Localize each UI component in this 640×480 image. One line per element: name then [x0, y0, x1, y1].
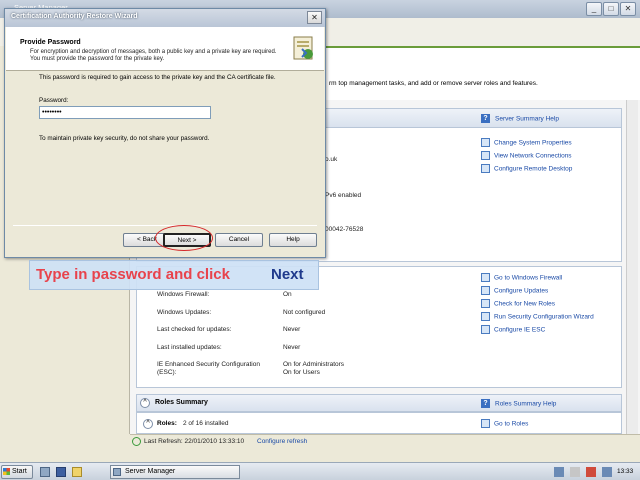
wizard-title: Certification Authority Restore Wizard: [11, 13, 138, 20]
wizard-warning-text: To maintain private key security, do not…: [39, 135, 210, 142]
security-value-firewall: On: [283, 291, 292, 298]
change-system-properties-link[interactable]: Change System Properties: [481, 138, 572, 147]
roles-icon: [481, 299, 490, 308]
configure-updates-link[interactable]: Configure Updates: [481, 286, 548, 295]
wizard-separator: [13, 225, 317, 226]
roles-summary-header[interactable]: ^ Roles Summary ? Roles Summary Help: [136, 394, 622, 412]
ca-restore-wizard-dialog: Certification Authority Restore Wizard ✕…: [4, 8, 326, 258]
wizard-heading: Provide Password: [20, 39, 81, 46]
roles-summary-title: Roles Summary: [155, 399, 208, 406]
security-value-last-installed: Never: [283, 344, 301, 351]
configure-remote-desktop-text[interactable]: Configure Remote Desktop: [494, 165, 572, 172]
updates-icon: [481, 286, 490, 295]
instruction-highlight: Next: [271, 266, 304, 283]
computer-value-3: 00042-76528: [325, 226, 364, 233]
configure-ie-esc-link[interactable]: Configure IE ESC: [481, 325, 545, 334]
wizard-header: Provide Password For encryption and decr…: [6, 27, 324, 71]
collapse-icon[interactable]: ^: [140, 398, 150, 408]
roles-panel: ^ Roles: 2 of 16 installed Go to Roles: [136, 412, 622, 434]
roles-collapse-icon[interactable]: ^: [143, 419, 153, 429]
instruction-text: Type in password and click: [36, 266, 230, 283]
view-network-connections-text[interactable]: View Network Connections: [494, 152, 572, 159]
server-summary-help-text[interactable]: Server Summary Help: [495, 115, 559, 122]
taskbar-server-manager[interactable]: Server Manager: [110, 465, 240, 479]
minimize-button[interactable]: _: [586, 2, 602, 16]
go-to-firewall-link[interactable]: Go to Windows Firewall: [481, 273, 562, 282]
server-summary-help-link[interactable]: ? Server Summary Help: [481, 114, 559, 123]
help-icon: ?: [481, 114, 490, 123]
wizard-titlebar: Certification Authority Restore Wizard ✕: [5, 9, 325, 27]
computer-value-2: Pv6 enabled: [325, 192, 362, 199]
help-icon: ?: [481, 399, 490, 408]
server-manager-icon: [113, 468, 121, 476]
system-properties-icon: [481, 138, 490, 147]
go-to-firewall-text[interactable]: Go to Windows Firewall: [494, 274, 562, 281]
password-input[interactable]: ••••••••: [39, 106, 211, 119]
tray-monitor-icon[interactable]: [602, 467, 612, 477]
roles-summary-help-text[interactable]: Roles Summary Help: [495, 400, 556, 407]
status-bar: Last Refresh: 22/01/2010 13:33:10 Config…: [130, 434, 640, 448]
go-to-roles-text[interactable]: Go to Roles: [494, 420, 528, 427]
view-network-connections-link[interactable]: View Network Connections: [481, 151, 572, 160]
roles-label: Roles:: [157, 420, 177, 427]
security-label-updates: Windows Updates:: [157, 309, 212, 316]
run-security-wizard-text[interactable]: Run Security Configuration Wizard: [494, 313, 594, 320]
windows-logo-icon: [3, 468, 10, 475]
security-value-last-checked: Never: [283, 326, 301, 333]
quicklaunch-powershell-icon[interactable]: [56, 467, 66, 477]
security-label-last-installed: Last installed updates:: [157, 344, 222, 351]
remote-desktop-icon: [481, 164, 490, 173]
roles-summary-help-link[interactable]: ? Roles Summary Help: [481, 399, 556, 408]
wizard-close-button[interactable]: ✕: [307, 11, 322, 24]
configure-refresh-link[interactable]: Configure refresh: [257, 438, 307, 445]
last-refresh-text: Last Refresh: 22/01/2010 13:33:10: [144, 438, 245, 445]
firewall-icon: [481, 273, 490, 282]
vertical-scrollbar[interactable]: [626, 100, 638, 434]
check-new-roles-link[interactable]: Check for New Roles: [481, 299, 555, 308]
roles-count: 2 of 16 installed: [183, 420, 229, 427]
security-label-firewall: Windows Firewall:: [157, 291, 210, 298]
change-system-properties-text[interactable]: Change System Properties: [494, 139, 572, 146]
certificate-icon: [293, 36, 313, 60]
configure-remote-desktop-link[interactable]: Configure Remote Desktop: [481, 164, 572, 173]
server-manager-banner: rm top management tasks, and add or remo…: [325, 46, 640, 100]
go-to-roles-link[interactable]: Go to Roles: [481, 419, 528, 428]
refresh-icon[interactable]: [132, 437, 141, 446]
security-value-updates: Not configured: [283, 309, 326, 316]
security-label-ie-esc: IE Enhanced Security Configuration (ESC)…: [157, 361, 260, 376]
banner-text: rm top management tasks, and add or remo…: [329, 80, 538, 87]
close-button[interactable]: ✕: [620, 2, 636, 16]
taskbar: Start Server Manager 13:33: [0, 462, 640, 480]
security-wizard-icon: [481, 312, 490, 321]
wizard-subheading: For encryption and decryption of message…: [30, 49, 277, 62]
quicklaunch-server-icon[interactable]: [40, 467, 50, 477]
help-button[interactable]: Help: [269, 233, 317, 247]
security-value-ie-esc: On for Administrators On for Users: [283, 361, 345, 376]
taskbar-clock[interactable]: 13:33: [617, 468, 633, 475]
run-security-wizard-link[interactable]: Run Security Configuration Wizard: [481, 312, 594, 321]
ie-esc-icon: [481, 325, 490, 334]
next-highlight-ring: [155, 225, 213, 251]
wizard-body-text: This password is required to gain access…: [39, 74, 276, 81]
quicklaunch-explorer-icon[interactable]: [72, 467, 82, 477]
tray-network-icon[interactable]: [554, 467, 564, 477]
computer-value-1: o.uk: [325, 156, 338, 163]
cancel-button[interactable]: Cancel: [215, 233, 263, 247]
instruction-callout: Type in password and click Next: [29, 260, 319, 290]
go-to-roles-icon: [481, 419, 490, 428]
maximize-button[interactable]: □: [603, 2, 619, 16]
network-icon: [481, 151, 490, 160]
password-label: Password:: [39, 97, 69, 104]
tray-alert-icon[interactable]: [586, 467, 596, 477]
check-new-roles-text[interactable]: Check for New Roles: [494, 300, 555, 307]
security-label-last-checked: Last checked for updates:: [157, 326, 232, 333]
tray-volume-icon[interactable]: [570, 467, 580, 477]
configure-ie-esc-text[interactable]: Configure IE ESC: [494, 326, 545, 333]
configure-updates-text[interactable]: Configure Updates: [494, 287, 548, 294]
